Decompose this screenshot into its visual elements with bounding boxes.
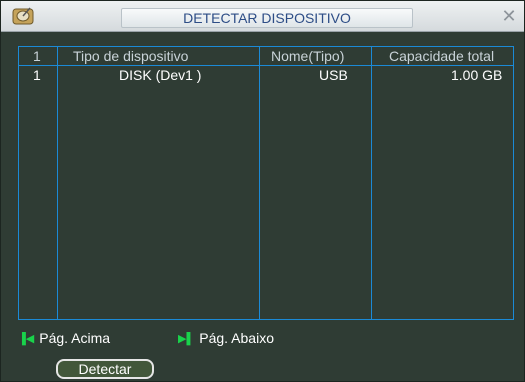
next-page-icon: ▶▌ xyxy=(178,333,195,345)
close-icon[interactable]: ✕ xyxy=(500,7,518,25)
column-divider xyxy=(259,47,260,319)
table-header: 1 Tipo de dispositivo Nome(Tipo) Capacid… xyxy=(19,47,513,66)
first-page-icon: ▐◀ xyxy=(18,333,35,345)
window-title: DETECTAR DISPOSITIVO xyxy=(183,10,351,26)
cell-name-type: USB xyxy=(319,67,348,83)
header-device-type: Tipo de dispositivo xyxy=(73,48,189,64)
header-index: 1 xyxy=(33,48,41,64)
header-total-capacity: Capacidade total xyxy=(389,48,495,64)
pagination: ▐◀ Pág. Acima ▶▌ Pág. Abaixo xyxy=(1,326,524,350)
header-name-type: Nome(Tipo) xyxy=(271,48,345,64)
cell-index: 1 xyxy=(33,67,41,83)
detect-button[interactable]: Detectar xyxy=(56,359,154,379)
next-page-link[interactable]: ▶▌ Pág. Abaixo xyxy=(178,326,274,350)
detect-device-dialog: DETECTAR DISPOSITIVO ✕ 1 Tipo de disposi… xyxy=(0,0,525,382)
table-row[interactable]: 1 DISK (Dev1 ) USB 1.00 GB xyxy=(19,66,513,84)
cell-total-capacity: 1.00 GB xyxy=(451,67,503,83)
disk-icon xyxy=(12,6,36,26)
title-bar: DETECTAR DISPOSITIVO ✕ xyxy=(1,1,524,32)
device-table: 1 Tipo de dispositivo Nome(Tipo) Capacid… xyxy=(18,46,514,320)
title-box: DETECTAR DISPOSITIVO xyxy=(121,8,413,28)
prev-page-label: Pág. Acima xyxy=(39,330,111,346)
next-page-label: Pág. Abaixo xyxy=(199,330,274,346)
prev-page-link[interactable]: ▐◀ Pág. Acima xyxy=(18,326,110,350)
cell-device-type: DISK (Dev1 ) xyxy=(119,67,202,83)
column-divider xyxy=(57,47,58,319)
column-divider xyxy=(371,47,372,319)
